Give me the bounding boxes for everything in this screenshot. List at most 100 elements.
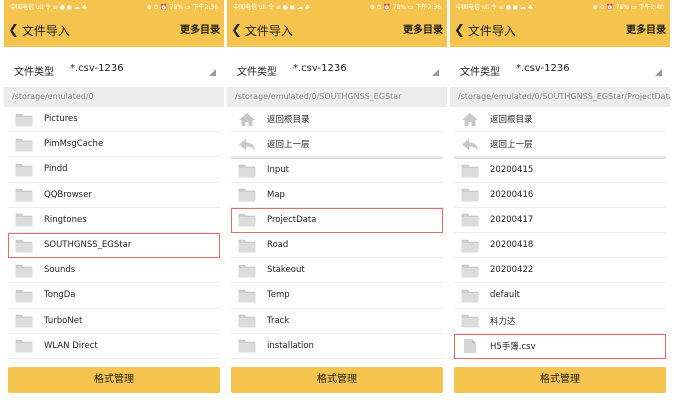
folder-icon — [14, 161, 34, 177]
list-item[interactable]: 科力达 — [454, 309, 666, 334]
list-item[interactable]: 20200418 — [454, 233, 666, 259]
list-item-label: Pictures — [44, 114, 78, 125]
file-type-selector[interactable]: 文件类型 *.csv-1236 — [450, 55, 670, 85]
list-item-label: Road — [267, 240, 289, 251]
file-type-selector[interactable]: 文件类型 *.csv-1236 — [227, 55, 447, 85]
more-directories-button[interactable]: 更多目录 — [403, 20, 443, 42]
back-button[interactable]: ❮ 文件导入 — [454, 20, 516, 42]
list-item[interactable]: 返回上一层 — [231, 132, 443, 158]
phone-screen-1: 中国电信 ull 令 ≡ ● ◼ ☁ ♣ ✻ ⏱ ⏰ 78% ▭ 下午2:36 … — [4, 0, 224, 407]
file-type-selector[interactable]: 文件类型 *.csv-1236 — [4, 55, 224, 85]
list-item[interactable]: TurboNet — [8, 309, 220, 334]
list-item[interactable]: 20200417 — [454, 208, 666, 233]
folder-icon — [14, 313, 34, 329]
more-directories-button[interactable]: 更多目录 — [626, 20, 666, 42]
folder-icon — [14, 187, 34, 203]
dropdown-arrow-icon — [432, 69, 439, 76]
current-path: /storage/emulated/0/SOUTHGNSS_EGStar — [227, 87, 447, 107]
page-title: 文件导入 — [244, 24, 293, 38]
list-item-label: 返回上一层 — [490, 140, 533, 151]
folder-icon — [14, 262, 34, 278]
list-item[interactable]: ProjectData — [231, 207, 443, 233]
list-item[interactable]: default — [454, 283, 666, 309]
list-item[interactable]: Pictures — [8, 107, 220, 133]
list-item[interactable]: installation — [231, 334, 443, 359]
folder-icon — [237, 162, 257, 178]
list-item-label: Stakeout — [267, 265, 305, 276]
status-carrier: 中国电信 ull 令 ≡ ● ◼ ☁ ♣ — [456, 4, 534, 11]
list-item[interactable]: WLAN Direct — [8, 334, 220, 359]
list-item[interactable]: 20200415 — [454, 157, 666, 183]
phone-screen-2: 中国电信 ull 令 ≡ ● ◼ ☁ ♣ ✻ ⏱ ⏰ 78% ▭ 下午2:36 … — [227, 0, 447, 407]
back-arrow-icon — [460, 136, 480, 152]
file-icon — [460, 338, 480, 354]
more-directories-button[interactable]: 更多目录 — [180, 20, 220, 42]
folder-icon — [237, 262, 257, 278]
list-item[interactable]: Stakeout — [231, 258, 443, 284]
folder-icon — [460, 162, 480, 178]
format-management-button[interactable]: 格式管理 — [8, 367, 220, 393]
list-item-label: Track — [267, 315, 290, 326]
back-button[interactable]: ❮ 文件导入 — [231, 20, 293, 42]
list-item[interactable]: 返回上一层 — [454, 132, 666, 158]
status-right: ✻ ⏱ ⏰ 78% ▭ 下午2:36 — [146, 4, 218, 11]
toolbar: ❮ 文件导入 更多目录 — [450, 15, 670, 47]
list-item[interactable]: Input — [231, 157, 443, 183]
file-list: 返回根目录 返回上一层 Input Map ProjectData Road S… — [231, 107, 443, 359]
home-icon — [460, 111, 480, 127]
list-item-label: 返回根目录 — [267, 115, 310, 126]
folder-icon — [460, 313, 480, 329]
list-item-label: 返回上一层 — [267, 140, 310, 151]
folder-icon — [14, 237, 34, 253]
folder-icon — [14, 136, 34, 152]
list-item[interactable]: 返回根目录 — [231, 107, 443, 133]
folder-icon — [460, 187, 480, 203]
file-type-label: 文件类型 — [14, 67, 54, 78]
list-item[interactable]: PimMsgCache — [8, 132, 220, 158]
dropdown-arrow-icon — [655, 69, 662, 76]
page-title: 文件导入 — [467, 24, 516, 38]
list-item-label: 20200417 — [490, 214, 534, 225]
current-path: /storage/emulated/0/SOUTHGNSS_EGStar/Pro… — [450, 87, 670, 107]
status-right: ✻ ⏱ ⏰ 78% ▭ 下午2:40 — [592, 4, 664, 11]
file-type-value: *.csv-1236 — [70, 63, 124, 74]
list-item[interactable]: QQBrowser — [8, 183, 220, 208]
list-item[interactable]: 返回根目录 — [454, 107, 666, 133]
list-item[interactable]: Pindd — [8, 157, 220, 183]
list-item[interactable]: TongDa — [8, 283, 220, 309]
folder-icon — [237, 313, 257, 329]
list-item-label: 20200422 — [490, 265, 534, 276]
chevron-left-icon: ❮ — [454, 23, 465, 38]
list-item[interactable]: Track — [231, 309, 443, 334]
page-title: 文件导入 — [21, 24, 70, 38]
status-carrier: 中国电信 ull 令 ≡ ● ◼ ☁ ♣ — [233, 4, 311, 11]
list-item[interactable]: Temp — [231, 283, 443, 309]
list-item[interactable]: Road — [231, 233, 443, 259]
list-item[interactable]: 20200416 — [454, 183, 666, 208]
folder-icon — [460, 212, 480, 228]
toolbar: ❮ 文件导入 更多目录 — [4, 15, 224, 47]
list-item[interactable]: Map — [231, 183, 443, 208]
back-button[interactable]: ❮ 文件导入 — [8, 20, 70, 42]
format-management-button[interactable]: 格式管理 — [231, 367, 443, 393]
folder-icon — [237, 187, 257, 203]
list-item[interactable]: H5手簿.csv — [454, 333, 666, 359]
list-item[interactable]: 20200422 — [454, 258, 666, 284]
list-item-label: QQBrowser — [44, 189, 92, 200]
status-bar: 中国电信 ull 令 ≡ ● ◼ ☁ ♣ ✻ ⏱ ⏰ 78% ▭ 下午2:36 — [4, 0, 224, 15]
folder-icon — [237, 287, 257, 303]
file-type-value: *.csv-1236 — [293, 63, 347, 74]
list-item-label: 科力达 — [490, 316, 516, 327]
format-management-button[interactable]: 格式管理 — [454, 367, 666, 393]
current-path: /storage/emulated/0 — [4, 87, 224, 107]
list-item-label: Map — [267, 189, 285, 200]
file-list: Pictures PimMsgCache Pindd QQBrowser Rin… — [8, 107, 220, 359]
list-item-label: TurboNet — [44, 315, 83, 326]
list-item[interactable]: Sounds — [8, 258, 220, 284]
folder-icon — [237, 212, 257, 228]
status-bar: 中国电信 ull 令 ≡ ● ◼ ☁ ♣ ✻ ⏱ ⏰ 78% ▭ 下午2:40 — [450, 0, 670, 15]
list-item-label: default — [490, 290, 520, 301]
list-item-label: SOUTHGNSS_EGStar — [44, 240, 132, 251]
list-item[interactable]: Ringtones — [8, 208, 220, 233]
list-item[interactable]: SOUTHGNSS_EGStar — [8, 232, 220, 259]
